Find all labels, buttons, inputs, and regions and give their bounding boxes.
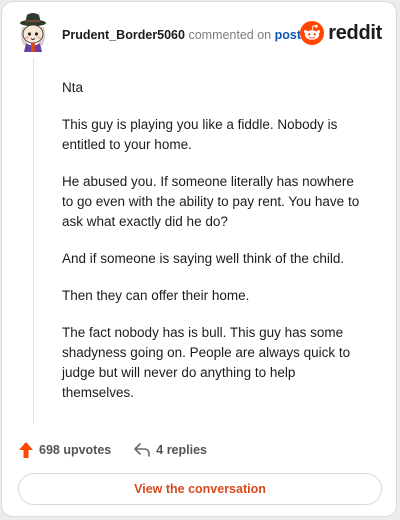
comment-body: Nta This guy is playing you like a fiddl… [62, 78, 368, 420]
comment-paragraph: This guy is playing you like a fiddle. N… [62, 117, 338, 152]
comment-meta: Prudent_Border5060 commented on post [62, 27, 301, 43]
comment-card: Prudent_Border5060 commented on post red… [1, 1, 397, 517]
comment-paragraph: And if someone is saying well think of t… [62, 251, 345, 266]
reddit-logo[interactable]: reddit [300, 21, 382, 45]
replies-button[interactable]: 4 replies [133, 442, 207, 458]
comment-paragraph: Then they can offer their home. [62, 288, 250, 303]
comment-header: Prudent_Border5060 commented on post red… [2, 2, 396, 66]
upvote-arrow-icon [19, 442, 33, 458]
upvote-count: 698 upvotes [39, 443, 112, 457]
reply-count: 4 replies [156, 443, 207, 457]
comment-paragraph: The fact nobody has is bull. This guy ha… [62, 325, 351, 400]
post-link[interactable]: post [275, 28, 301, 42]
thread-line[interactable] [33, 58, 34, 424]
reddit-snoo-icon [300, 21, 325, 45]
snoo-avatar-icon[interactable] [14, 12, 54, 52]
comment-paragraph: He abused you. If someone literally has … [62, 174, 360, 229]
reply-arrow-icon [134, 443, 151, 457]
upvote-button[interactable]: 698 upvotes [18, 441, 111, 459]
comment-actions: 698 upvotes 4 replies [18, 440, 229, 460]
reddit-wordmark: reddit [328, 21, 382, 44]
view-conversation-button[interactable]: View the conversation [18, 473, 382, 505]
comment-paragraph: Nta [62, 80, 84, 95]
username[interactable]: Prudent_Border5060 [62, 28, 185, 42]
commented-on-text: commented on [188, 28, 272, 42]
